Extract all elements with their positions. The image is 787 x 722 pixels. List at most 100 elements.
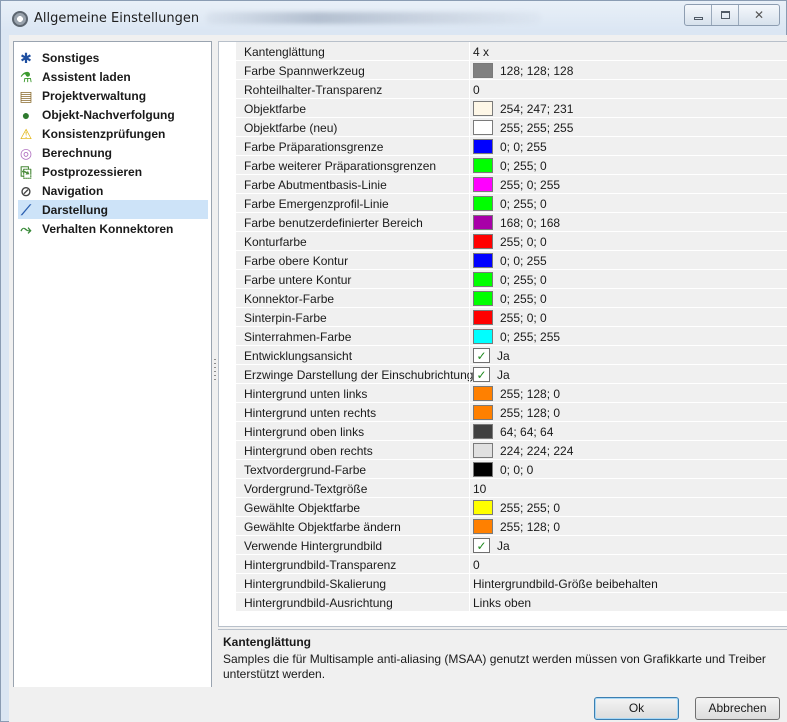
property-value[interactable]: 0; 255; 0 — [473, 270, 547, 289]
property-row[interactable]: Farbe benutzerdefinierter Bereich 168; 0;… — [236, 213, 787, 232]
color-swatch[interactable] — [473, 101, 493, 116]
property-row[interactable]: Erzwinge Darstellung der Einschubrichtun… — [236, 365, 787, 384]
property-value[interactable]: 255; 255; 0 — [473, 498, 560, 517]
property-row[interactable]: Rohteilhalter-Transparenz 0 — [236, 80, 787, 99]
close-button[interactable]: ✕ — [739, 5, 779, 25]
color-swatch[interactable] — [473, 120, 493, 135]
property-row[interactable]: Objektfarbe 254; 247; 231 — [236, 99, 787, 118]
minimize-button[interactable] — [685, 5, 712, 25]
property-value[interactable]: 0; 0; 0 — [473, 460, 533, 479]
property-value[interactable]: 255; 0; 0 — [473, 308, 547, 327]
property-value[interactable]: ✓ Ja — [473, 365, 510, 384]
property-value[interactable]: Hintergrundbild-Größe beibehalten — [473, 574, 658, 593]
sidebar-item[interactable]: ⚠ Konsistenzprüfungen — [18, 124, 208, 143]
property-row[interactable]: Hintergrund unten rechts 255; 128; 0 — [236, 403, 787, 422]
property-row[interactable]: Entwicklungsansicht ✓ Ja — [236, 346, 787, 365]
sidebar-item[interactable]: ⎘ Postprozessieren — [18, 162, 208, 181]
property-row[interactable]: Konturfarbe 255; 0; 0 — [236, 232, 787, 251]
color-swatch[interactable] — [473, 462, 493, 477]
property-value[interactable]: 224; 224; 224 — [473, 441, 573, 460]
sidebar-item[interactable]: ✱ Sonstiges — [18, 48, 208, 67]
property-row[interactable]: Farbe weiterer Präparationsgrenzen 0; 255… — [236, 156, 787, 175]
color-swatch[interactable] — [473, 386, 493, 401]
property-value[interactable]: ✓ Ja — [473, 536, 510, 555]
cancel-button[interactable]: Abbrechen — [695, 697, 780, 720]
property-value[interactable]: 254; 247; 231 — [473, 99, 573, 118]
color-swatch[interactable] — [473, 253, 493, 268]
color-swatch[interactable] — [473, 443, 493, 458]
sidebar-item[interactable]: ⟋ Darstellung — [18, 200, 208, 219]
color-swatch[interactable] — [473, 519, 493, 534]
property-value[interactable]: 0 — [473, 555, 480, 574]
property-value[interactable]: 4 x — [473, 42, 489, 61]
property-value[interactable]: 0 — [473, 80, 480, 99]
color-swatch[interactable] — [473, 158, 493, 173]
property-row[interactable]: Hintergrund unten links 255; 128; 0 — [236, 384, 787, 403]
maximize-button[interactable] — [712, 5, 739, 25]
property-row[interactable]: Farbe Präparationsgrenze 0; 0; 255 — [236, 137, 787, 156]
property-row[interactable]: Gewählte Objektfarbe 255; 255; 0 — [236, 498, 787, 517]
property-row[interactable]: Sinterrahmen-Farbe 0; 255; 255 — [236, 327, 787, 346]
sidebar-item[interactable]: ▤ Projektverwaltung — [18, 86, 208, 105]
color-swatch[interactable] — [473, 500, 493, 515]
color-swatch[interactable] — [473, 310, 493, 325]
color-swatch[interactable] — [473, 196, 493, 211]
color-swatch[interactable] — [473, 405, 493, 420]
checkbox-checked-icon[interactable]: ✓ — [473, 538, 490, 553]
property-row[interactable]: Objektfarbe (neu) 255; 255; 255 — [236, 118, 787, 137]
sidebar-item[interactable]: ⊘ Navigation — [18, 181, 208, 200]
property-value[interactable]: 0; 255; 0 — [473, 194, 547, 213]
sidebar-item[interactable]: ● Objekt-Nachverfolgung — [18, 105, 208, 124]
property-row[interactable]: Farbe untere Kontur 0; 255; 0 — [236, 270, 787, 289]
property-row[interactable]: Verwende Hintergrundbild ✓ Ja — [236, 536, 787, 555]
color-swatch[interactable] — [473, 139, 493, 154]
property-value[interactable]: 0; 0; 255 — [473, 251, 547, 270]
ok-button[interactable]: Ok — [594, 697, 679, 720]
property-value[interactable]: 128; 128; 128 — [473, 61, 573, 80]
property-value[interactable]: 0; 255; 0 — [473, 156, 547, 175]
property-value[interactable]: 0; 255; 0 — [473, 289, 547, 308]
category-list[interactable]: ✱ Sonstiges ⚗ Assistent laden ▤ Projektverwal… — [13, 41, 212, 717]
property-value[interactable]: 255; 128; 0 — [473, 517, 560, 536]
color-swatch[interactable] — [473, 329, 493, 344]
property-value[interactable]: 255; 0; 255 — [473, 175, 560, 194]
property-row[interactable]: Textvordergrund-Farbe 0; 0; 0 — [236, 460, 787, 479]
property-row[interactable]: Hintergrundbild-Skalierung Hintergrundbil… — [236, 574, 787, 593]
checkbox-checked-icon[interactable]: ✓ — [473, 348, 490, 363]
color-swatch[interactable] — [473, 272, 493, 287]
color-swatch[interactable] — [473, 177, 493, 192]
property-value[interactable]: 64; 64; 64 — [473, 422, 553, 441]
property-row[interactable]: Hintergrund oben rechts 224; 224; 224 — [236, 441, 787, 460]
property-row[interactable]: Farbe Spannwerkzeug 128; 128; 128 — [236, 61, 787, 80]
property-row[interactable]: Farbe Abutmentbasis-Linie 255; 0; 255 — [236, 175, 787, 194]
property-row[interactable]: Hintergrundbild-Ausrichtung Links oben — [236, 593, 787, 612]
property-row[interactable]: Farbe Emergenzprofil-Linie 0; 255; 0 — [236, 194, 787, 213]
property-row[interactable]: Hintergrundbild-Transparenz 0 — [236, 555, 787, 574]
property-row[interactable]: Kantenglättung 4 x — [236, 42, 787, 61]
property-row[interactable]: Gewählte Objektfarbe ändern 255; 128; 0 — [236, 517, 787, 536]
property-value[interactable]: 255; 128; 0 — [473, 384, 560, 403]
property-value[interactable]: 255; 128; 0 — [473, 403, 560, 422]
property-grid[interactable]: Kantenglättung 4 x Farbe Spannwerkzeug 128;… — [218, 41, 787, 627]
property-row[interactable]: Sinterpin-Farbe 255; 0; 0 — [236, 308, 787, 327]
property-value[interactable]: 255; 255; 255 — [473, 118, 573, 137]
property-value[interactable]: 255; 0; 0 — [473, 232, 547, 251]
sidebar-item[interactable]: ⚗ Assistent laden — [18, 67, 208, 86]
sidebar-item[interactable]: ◎ Berechnung — [18, 143, 208, 162]
color-swatch[interactable] — [473, 424, 493, 439]
property-row[interactable]: Konnektor-Farbe 0; 255; 0 — [236, 289, 787, 308]
property-value[interactable]: ✓ Ja — [473, 346, 510, 365]
property-value[interactable]: 0; 0; 255 — [473, 137, 547, 156]
color-swatch[interactable] — [473, 63, 493, 78]
sidebar-item[interactable]: ⤳ Verhalten Konnektoren — [18, 219, 208, 238]
color-swatch[interactable] — [473, 234, 493, 249]
checkbox-checked-icon[interactable]: ✓ — [473, 367, 490, 382]
color-swatch[interactable] — [473, 291, 493, 306]
property-value[interactable]: 168; 0; 168 — [473, 213, 560, 232]
color-swatch[interactable] — [473, 215, 493, 230]
property-row[interactable]: Hintergrund oben links 64; 64; 64 — [236, 422, 787, 441]
property-row[interactable]: Vordergrund-Textgröße 10 — [236, 479, 787, 498]
property-value[interactable]: 0; 255; 255 — [473, 327, 560, 346]
title-bar[interactable]: Allgemeine Einstellungen ✕ — [1, 1, 787, 35]
property-value[interactable]: 10 — [473, 479, 486, 498]
